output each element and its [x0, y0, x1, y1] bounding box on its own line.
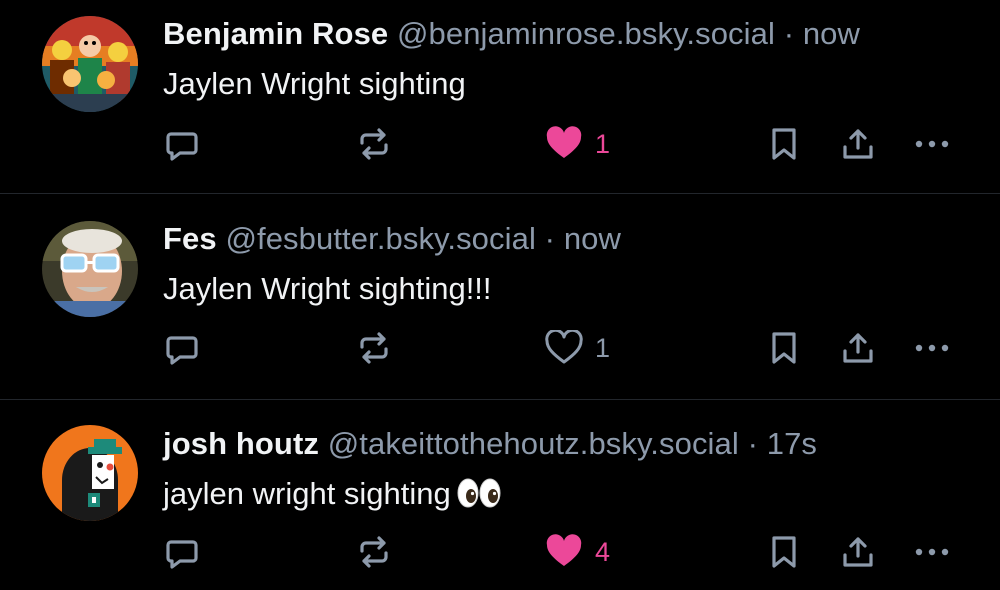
like-icon: [546, 534, 582, 566]
author-handle[interactable]: @fesbutter.bsky.social: [225, 221, 536, 256]
share-icon: [843, 129, 873, 159]
reply-button[interactable]: [163, 532, 201, 572]
author-name[interactable]: josh houtz: [163, 426, 319, 461]
sunglasses-man-avatar: [42, 221, 138, 317]
like-button[interactable]: 1: [545, 328, 610, 368]
bookmark-button[interactable]: [768, 328, 800, 368]
more-icon: [915, 140, 949, 148]
author-name[interactable]: Fes: [163, 221, 217, 256]
reply-icon: [166, 336, 198, 365]
cartoon-character-orange-avatar: [42, 425, 138, 521]
post-timestamp[interactable]: 17s: [767, 426, 817, 461]
post-actions: 1: [0, 328, 1000, 368]
more-options-button[interactable]: [913, 328, 951, 368]
post-text: jaylen wright sighting: [163, 476, 451, 511]
post-timestamp[interactable]: now: [803, 16, 860, 51]
repost-icon: [360, 332, 388, 364]
post[interactable]: Benjamin Rose @benjaminrose.bsky.social …: [0, 0, 1000, 193]
share-icon: [843, 333, 873, 363]
post-header: Fes @fesbutter.bsky.social · now: [163, 219, 621, 259]
more-icon: [915, 344, 949, 352]
more-icon: [915, 548, 949, 556]
eyes-emoji-icon: [457, 478, 501, 518]
like-button[interactable]: 4: [545, 532, 610, 572]
more-options-button[interactable]: [913, 532, 951, 572]
post-actions: 4: [0, 532, 1000, 572]
header-separator: ·: [544, 221, 556, 256]
reply-button[interactable]: [163, 124, 201, 164]
reply-button[interactable]: [163, 328, 201, 368]
post-timestamp[interactable]: now: [564, 221, 621, 256]
like-icon: [545, 330, 583, 364]
like-icon: [546, 126, 582, 158]
repost-icon: [360, 536, 388, 568]
like-count: 4: [595, 537, 611, 567]
post-text: Jaylen Wright sighting!!!: [163, 271, 492, 306]
post[interactable]: josh houtz @takeittothehoutz.bsky.social…: [0, 400, 1000, 590]
bookmark-button[interactable]: [768, 532, 800, 572]
post[interactable]: Fes @fesbutter.bsky.social · now Jaylen …: [0, 194, 1000, 399]
avatar[interactable]: [42, 221, 138, 317]
reply-icon: [166, 132, 198, 161]
repost-button[interactable]: [356, 124, 392, 164]
bookmark-button[interactable]: [768, 124, 800, 164]
header-separator: ·: [747, 426, 759, 461]
cartoon-crowd-avatar: [42, 16, 138, 112]
share-icon: [843, 537, 873, 567]
repost-button[interactable]: [356, 532, 392, 572]
share-button[interactable]: [840, 124, 876, 164]
avatar[interactable]: [42, 16, 138, 112]
post-actions: 1: [0, 124, 1000, 164]
bookmark-icon: [772, 128, 796, 160]
avatar[interactable]: [42, 425, 138, 521]
bookmark-icon: [772, 332, 796, 364]
post-text-container: jaylen wright sighting: [163, 474, 501, 518]
repost-icon: [360, 128, 388, 160]
repost-button[interactable]: [356, 328, 392, 368]
header-separator: ·: [783, 16, 795, 51]
more-options-button[interactable]: [913, 124, 951, 164]
post-header: Benjamin Rose @benjaminrose.bsky.social …: [163, 14, 860, 54]
like-count: 1: [595, 333, 611, 363]
reply-icon: [166, 540, 198, 569]
share-button[interactable]: [840, 328, 876, 368]
like-button[interactable]: 1: [545, 124, 610, 164]
author-handle[interactable]: @benjaminrose.bsky.social: [397, 16, 775, 51]
bookmark-icon: [772, 536, 796, 568]
author-handle[interactable]: @takeittothehoutz.bsky.social: [328, 426, 739, 461]
author-name[interactable]: Benjamin Rose: [163, 16, 388, 51]
post-header: josh houtz @takeittothehoutz.bsky.social…: [163, 424, 817, 464]
share-button[interactable]: [840, 532, 876, 572]
like-count: 1: [595, 129, 611, 159]
post-feed: Benjamin Rose @benjaminrose.bsky.social …: [0, 0, 1000, 590]
post-text: Jaylen Wright sighting: [163, 66, 466, 101]
